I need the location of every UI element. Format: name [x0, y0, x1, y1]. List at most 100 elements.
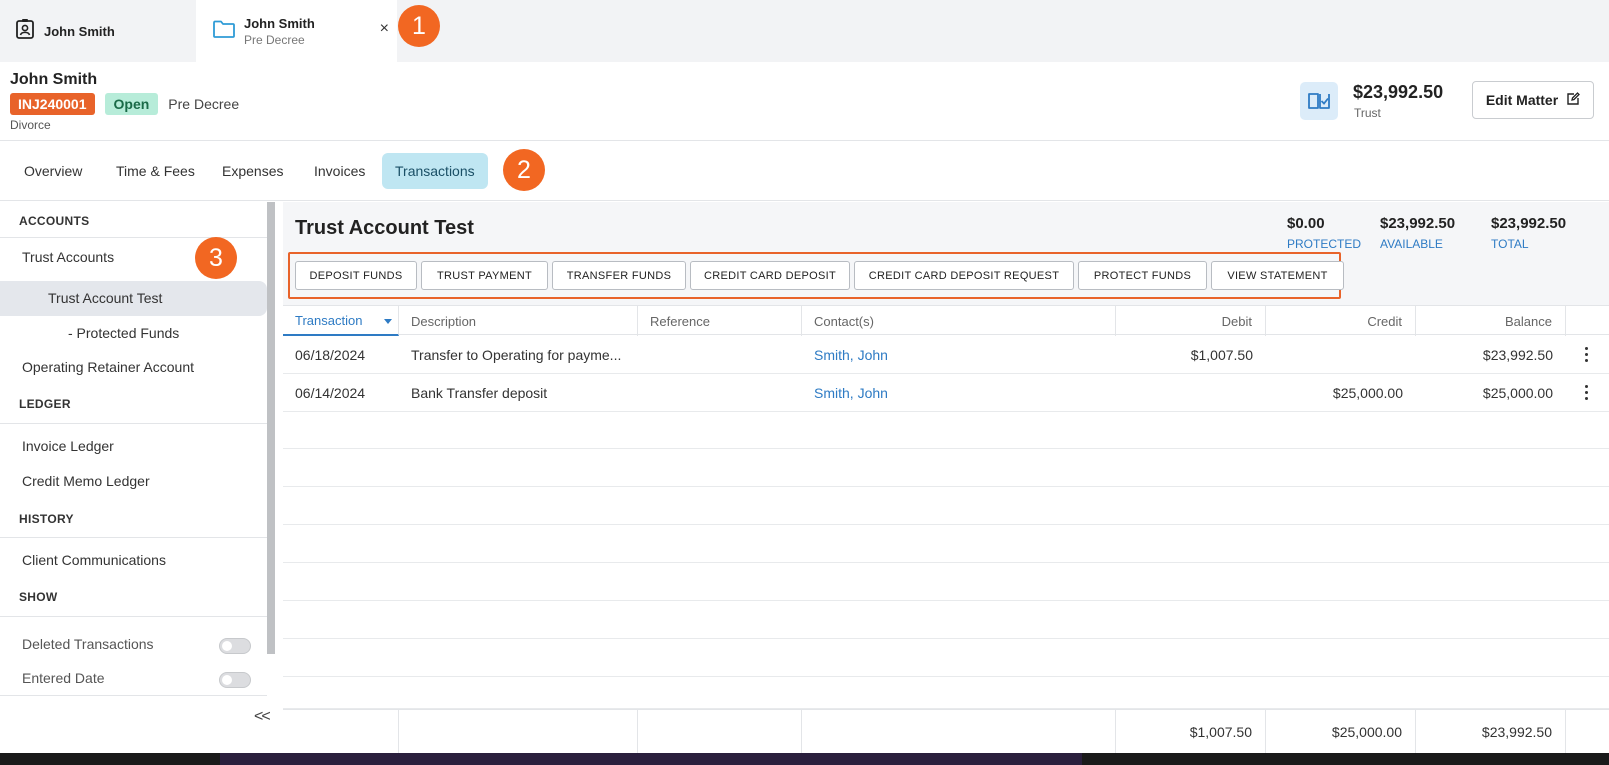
sidebar-item-trust-accounts[interactable]: Trust Accounts: [22, 249, 114, 265]
sidebar-item-invoice-ledger[interactable]: Invoice Ledger: [22, 438, 114, 454]
matter-id-badge: INJ240001: [10, 93, 95, 115]
action-toolbar: DEPOSIT FUNDS TRUST PAYMENT TRANSFER FUN…: [288, 252, 1344, 299]
tab-expenses[interactable]: Expenses: [209, 153, 296, 189]
empty-row: [283, 450, 1609, 487]
available-value: $23,992.50: [1380, 215, 1456, 232]
folder-icon: [212, 18, 236, 45]
contact-card-icon: [14, 18, 36, 45]
cell-credit: $25,000.00: [1332, 385, 1403, 401]
total-balance: $23,992.50: [1416, 710, 1566, 753]
divider: [0, 537, 267, 538]
footer-cell: [399, 710, 638, 753]
empty-row: [283, 672, 1609, 709]
sidebar: ACCOUNTS Trust Accounts 3 Trust Account …: [0, 202, 275, 753]
tab-invoices[interactable]: Invoices: [301, 153, 378, 189]
edit-icon: [1566, 91, 1581, 109]
callout-marker-3: 3: [195, 237, 237, 279]
empty-row: [283, 526, 1609, 563]
sidebar-item-protected-funds[interactable]: - Protected Funds: [68, 325, 179, 341]
column-debit[interactable]: Debit: [1116, 306, 1266, 336]
account-title: Trust Account Test: [295, 217, 474, 239]
divider: [0, 695, 267, 696]
footer-cell: [638, 710, 802, 753]
cell-transaction: 06/14/2024: [295, 385, 366, 401]
trust-label: Trust: [1354, 106, 1381, 120]
available-label: AVAILABLE: [1380, 237, 1443, 251]
edit-matter-button[interactable]: Edit Matter: [1472, 81, 1594, 119]
cell-balance: $23,992.50: [1482, 347, 1553, 363]
sidebar-scrollbar[interactable]: [267, 202, 275, 654]
section-ledger: LEDGER: [19, 397, 71, 411]
cell-contact-link[interactable]: Smith, John: [802, 336, 1116, 374]
matter-stage: Pre Decree: [168, 96, 240, 112]
tab-time-fees[interactable]: Time & Fees: [103, 153, 208, 189]
matter-name: John Smith: [10, 71, 98, 88]
protect-funds-button[interactable]: PROTECT FUNDS: [1078, 261, 1207, 290]
trust-ledger-icon[interactable]: [1300, 82, 1338, 120]
table-row[interactable]: 06/18/2024 Transfer to Operating for pay…: [283, 336, 1609, 374]
trust-amount: $23,992.50: [1353, 82, 1444, 102]
section-history: HISTORY: [19, 512, 74, 526]
tab-bar: John Smith John Smith Pre Decree × 1: [0, 0, 1609, 62]
account-header: Trust Account Test $0.00 PROTECTED $23,9…: [283, 202, 1609, 305]
view-statement-button[interactable]: VIEW STATEMENT: [1211, 261, 1344, 290]
more-vertical-icon[interactable]: [1583, 347, 1589, 363]
cell-contact-link[interactable]: Smith, John: [802, 374, 1116, 412]
collapse-sidebar-button[interactable]: <<: [254, 708, 271, 726]
tab-matter-title: John Smith: [244, 15, 315, 31]
cell-balance: $25,000.00: [1482, 385, 1553, 401]
total-value: $23,992.50: [1491, 215, 1567, 232]
cell-reference: [638, 374, 802, 412]
sidebar-item-credit-memo-ledger[interactable]: Credit Memo Ledger: [22, 473, 150, 489]
column-transaction[interactable]: Transaction: [283, 306, 399, 336]
available-stat: $23,992.50 AVAILABLE: [1380, 215, 1455, 251]
matter-header: John Smith INJ240001 Open Pre Decree Div…: [0, 62, 1609, 141]
cell-reference: [638, 336, 802, 374]
cell-description: Bank Transfer deposit: [411, 385, 548, 401]
tab-overview[interactable]: Overview: [11, 153, 95, 189]
callout-marker-2: 2: [503, 149, 545, 191]
taskbar-strip: [220, 753, 1082, 765]
entered-date-toggle[interactable]: [219, 672, 251, 688]
tab-matter[interactable]: John Smith Pre Decree ×: [196, 0, 397, 62]
table-row[interactable]: 06/14/2024 Bank Transfer deposit Smith, …: [283, 374, 1609, 412]
cell-debit: [1116, 374, 1266, 412]
edit-matter-label: Edit Matter: [1485, 92, 1559, 108]
sidebar-item-client-communications[interactable]: Client Communications: [22, 552, 166, 568]
transfer-funds-button[interactable]: TRANSFER FUNDS: [552, 261, 686, 290]
status-badge: Open: [104, 93, 159, 115]
tab-transactions[interactable]: Transactions: [382, 153, 488, 189]
sort-down-icon: [384, 319, 392, 324]
column-description[interactable]: Description: [399, 306, 638, 336]
column-balance[interactable]: Balance: [1416, 306, 1566, 336]
sidebar-item-trust-account-test[interactable]: Trust Account Test: [48, 290, 162, 306]
column-credit[interactable]: Credit: [1266, 306, 1416, 336]
app-window: John Smith John Smith Pre Decree × 1 Joh…: [0, 0, 1609, 753]
credit-card-deposit-button[interactable]: CREDIT CARD DEPOSIT: [690, 261, 850, 290]
protected-value: $0.00: [1287, 215, 1325, 232]
protected-stat: $0.00 PROTECTED: [1287, 215, 1361, 251]
column-contacts[interactable]: Contact(s): [802, 306, 1116, 336]
tab-contact[interactable]: John Smith: [0, 0, 196, 62]
credit-card-deposit-request-button[interactable]: CREDIT CARD DEPOSIT REQUEST: [854, 261, 1074, 290]
empty-row: [283, 488, 1609, 525]
entered-date-label: Entered Date: [22, 670, 105, 686]
matter-type: Divorce: [10, 118, 51, 132]
trust-payment-button[interactable]: TRUST PAYMENT: [421, 261, 548, 290]
total-stat: $23,992.50 TOTAL: [1491, 215, 1566, 251]
cell-description: Transfer to Operating for payme...: [411, 347, 622, 363]
empty-row: [283, 412, 1609, 449]
tab-matter-subtitle: Pre Decree: [244, 32, 305, 47]
sidebar-item-operating-retainer[interactable]: Operating Retainer Account: [22, 359, 194, 375]
cell-debit: $1,007.50: [1190, 347, 1253, 363]
column-reference[interactable]: Reference: [638, 306, 802, 336]
deposit-funds-button[interactable]: DEPOSIT FUNDS: [295, 261, 417, 290]
column-transaction-label: Transaction: [295, 312, 363, 328]
divider: [0, 423, 267, 424]
grid-header: Transaction Description Reference Contac…: [283, 305, 1609, 336]
deleted-transactions-toggle[interactable]: [219, 638, 251, 654]
more-vertical-icon[interactable]: [1583, 385, 1589, 401]
cell-credit: [1266, 336, 1416, 374]
callout-marker-1: 1: [398, 5, 440, 47]
close-icon[interactable]: ×: [380, 20, 389, 38]
